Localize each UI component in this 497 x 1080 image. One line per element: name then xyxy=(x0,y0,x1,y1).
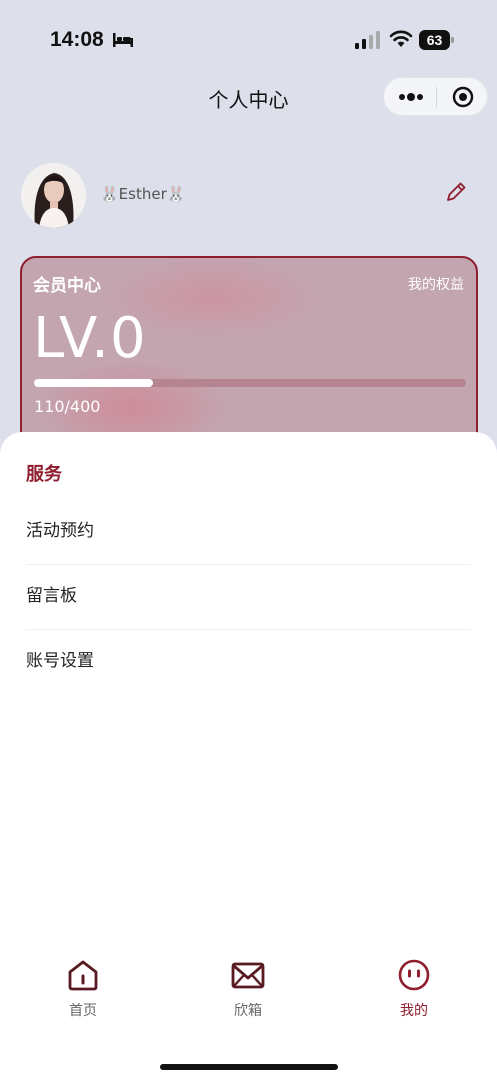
menu-item-account-settings[interactable]: 账号设置 xyxy=(26,629,471,694)
status-bar: 14:08 63 xyxy=(0,0,497,80)
home-indicator xyxy=(160,1064,338,1070)
tab-home[interactable]: 首页 xyxy=(28,958,138,1028)
level-progress-bar xyxy=(34,379,466,387)
wifi-icon xyxy=(389,30,413,47)
tab-mailbox-label: 欣箱 xyxy=(234,1003,262,1019)
member-level: LV.0 xyxy=(33,306,147,371)
signal-icon xyxy=(355,31,380,49)
mini-program-capsule xyxy=(383,77,488,116)
nickname: 🐰Esther🐰 xyxy=(100,185,186,203)
capsule-divider xyxy=(436,87,437,108)
level-progress-fill xyxy=(34,379,153,387)
battery-tip xyxy=(451,37,454,43)
tab-home-label: 首页 xyxy=(69,1003,97,1019)
member-card[interactable]: 会员中心 我的权益 LV.0 110/400 xyxy=(20,256,478,456)
battery-level: 63 xyxy=(419,30,450,50)
points-progress-text: 110/400 xyxy=(34,397,101,416)
tab-mailbox[interactable]: 欣箱 xyxy=(193,958,303,1028)
status-time: 14:08 xyxy=(50,28,104,51)
services-section-title: 服务 xyxy=(26,464,62,485)
battery-indicator: 63 xyxy=(419,30,454,50)
more-icon[interactable] xyxy=(398,90,424,104)
menu-item-message-board[interactable]: 留言板 xyxy=(26,564,471,629)
edit-pencil-icon[interactable] xyxy=(444,180,468,204)
avatar[interactable] xyxy=(21,163,86,228)
avatar-portrait-icon xyxy=(21,163,86,228)
home-icon xyxy=(68,960,98,991)
face-icon xyxy=(398,959,430,991)
menu-item-activity-booking[interactable]: 活动预约 xyxy=(26,499,471,564)
close-target-icon[interactable] xyxy=(452,86,474,108)
tab-mine[interactable]: 我的 xyxy=(359,958,469,1028)
member-center-title: 会员中心 xyxy=(33,276,101,296)
bed-icon xyxy=(113,33,133,47)
mail-icon xyxy=(231,962,265,989)
my-benefits-link[interactable]: 我的权益 xyxy=(408,274,464,294)
tab-mine-label: 我的 xyxy=(400,1003,428,1019)
